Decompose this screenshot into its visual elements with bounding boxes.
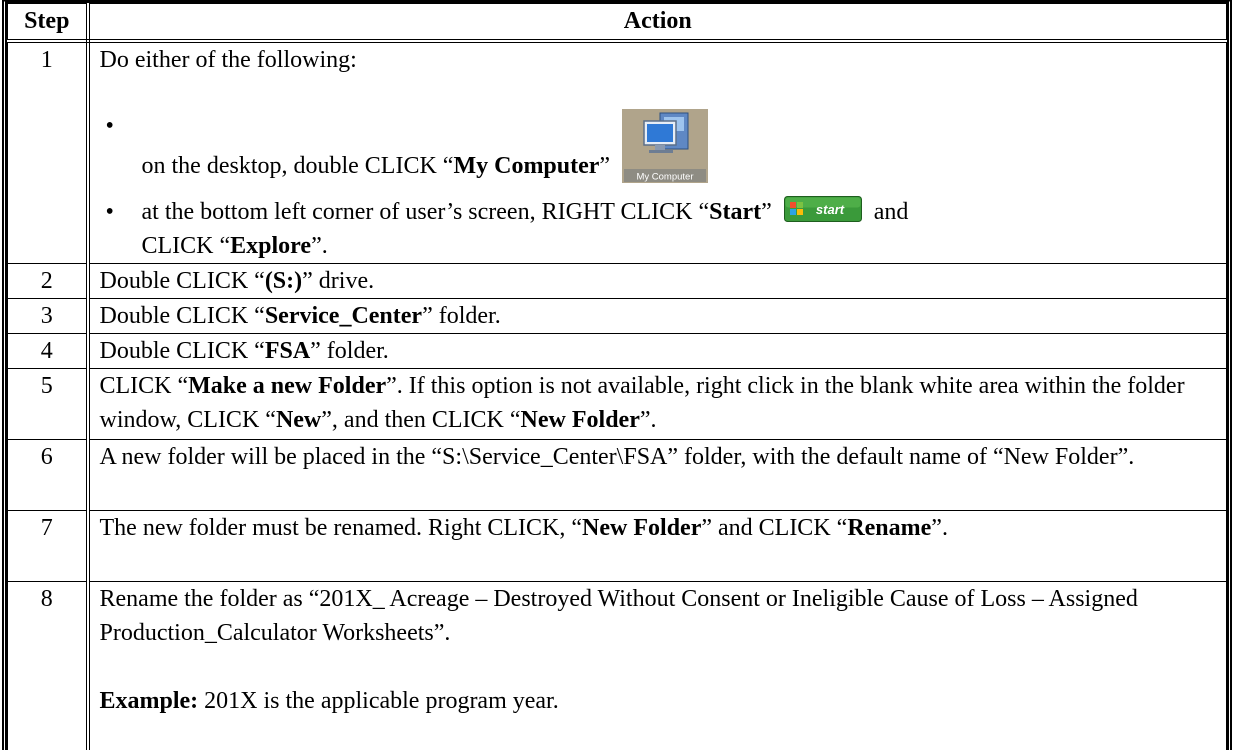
action-bold-text: New Folder — [520, 407, 640, 433]
action-cell: CLICK “Make a new Folder”. If this optio… — [87, 368, 1227, 440]
action-text: Double CLICK “ — [99, 338, 265, 364]
bullet-bold-text: Start — [709, 199, 762, 225]
step-number: 6 — [7, 439, 90, 511]
action-cell: Double CLICK “Service_Center” folder. — [87, 298, 1227, 334]
bullet-text: ” — [599, 153, 611, 179]
table-row: 5 CLICK “Make a new Folder”. If this opt… — [7, 368, 1227, 440]
action-text: ”, and then CLICK “ — [321, 407, 521, 433]
procedure-table: Step Action 1 Do either of the following… — [7, 3, 1227, 750]
action-cell: Rename the folder as “201X_ Acreage – De… — [87, 581, 1227, 750]
action-text: Rename the folder as “201X_ Acreage – De… — [99, 586, 1138, 646]
action-text: ” folder. — [310, 338, 389, 364]
action-bold-text: Make a new Folder — [188, 373, 387, 399]
step-number: 4 — [7, 333, 90, 369]
bullet-text: ” — [761, 199, 772, 225]
step-number: 5 — [7, 368, 90, 440]
header-row: Step Action — [7, 3, 1227, 43]
step-number: 8 — [7, 581, 90, 750]
bullet-bold-text: My Computer — [453, 153, 600, 179]
step-number: 2 — [7, 263, 90, 299]
bullet-glyph: • — [105, 113, 114, 139]
action-text: Double CLICK “ — [99, 303, 265, 329]
bullet-text: at the bottom left corner of user’s scre… — [141, 199, 710, 225]
example-label: Example: — [99, 688, 199, 714]
action-bold-text: (S:) — [264, 268, 303, 294]
action-text: ”. — [931, 515, 948, 541]
bullet-glyph: • — [105, 199, 114, 225]
action-cell: Double CLICK “(S:)” drive. — [87, 263, 1227, 299]
example-note: Example: 201X is the applicable program … — [100, 684, 1221, 718]
action-text: ” drive. — [302, 268, 375, 294]
table-row: 8 Rename the folder as “201X_ Acreage – … — [7, 581, 1227, 750]
list-item: • on the desktop, double CLICK “My Compu… — [100, 109, 1221, 183]
my-computer-icon: My Computer — [622, 109, 709, 183]
table-row: 2 Double CLICK “(S:)” drive. — [7, 263, 1227, 299]
action-text: ”. — [639, 407, 657, 433]
action-cell: A new folder will be placed in the “S:\S… — [87, 439, 1227, 511]
action-bold-text: Service_Center — [264, 303, 423, 329]
action-cell: Do either of the following: • on the des… — [87, 40, 1227, 264]
table-row: 7 The new folder must be renamed. Right … — [7, 510, 1227, 582]
step-number: 1 — [7, 40, 90, 264]
action-text: A new folder will be placed in the “S:\S… — [99, 444, 1135, 470]
bullet-bold-text: Explore — [230, 233, 312, 259]
action-intro: Do either of the following: — [99, 47, 357, 73]
bullet-text: and — [873, 199, 909, 225]
bullet-text: CLICK “ — [141, 233, 231, 259]
step-column-header: Step — [7, 3, 90, 43]
action-text: ” folder. — [422, 303, 501, 329]
action-bold-text: New Folder — [582, 515, 702, 541]
list-item: • at the bottom left corner of user’s sc… — [100, 195, 1221, 263]
action-text: CLICK “ — [99, 373, 189, 399]
table-row: 6 A new folder will be placed in the “S:… — [7, 439, 1227, 511]
action-column-header: Action — [87, 3, 1227, 43]
action-bold-text: New — [275, 407, 322, 433]
action-cell: Double CLICK “FSA” folder. — [87, 333, 1227, 369]
action-cell: The new folder must be renamed. Right CL… — [87, 510, 1227, 582]
action-bold-text: Rename — [847, 515, 932, 541]
step-number: 7 — [7, 510, 90, 582]
action-text: ” and CLICK “ — [701, 515, 848, 541]
example-text: 201X is the applicable program year. — [198, 688, 559, 714]
table-row: 3 Double CLICK “Service_Center” folder. — [7, 298, 1227, 334]
procedure-table-frame: Step Action 1 Do either of the following… — [2, 0, 1232, 750]
action-bold-text: FSA — [264, 338, 311, 364]
table-row: 4 Double CLICK “FSA” folder. — [7, 333, 1227, 369]
my-computer-caption: My Computer — [637, 172, 694, 183]
start-button-icon: start — [783, 196, 862, 222]
bullet-list: • on the desktop, double CLICK “My Compu… — [100, 109, 1221, 263]
bullet-text: ”. — [311, 233, 328, 259]
step-number: 3 — [7, 298, 90, 334]
action-text: Double CLICK “ — [99, 268, 265, 294]
table-row: 1 Do either of the following: • on the d… — [7, 40, 1227, 264]
action-text: The new folder must be renamed. Right CL… — [99, 515, 583, 541]
bullet-text: on the desktop, double CLICK “ — [141, 153, 454, 179]
start-label: start — [816, 202, 845, 217]
